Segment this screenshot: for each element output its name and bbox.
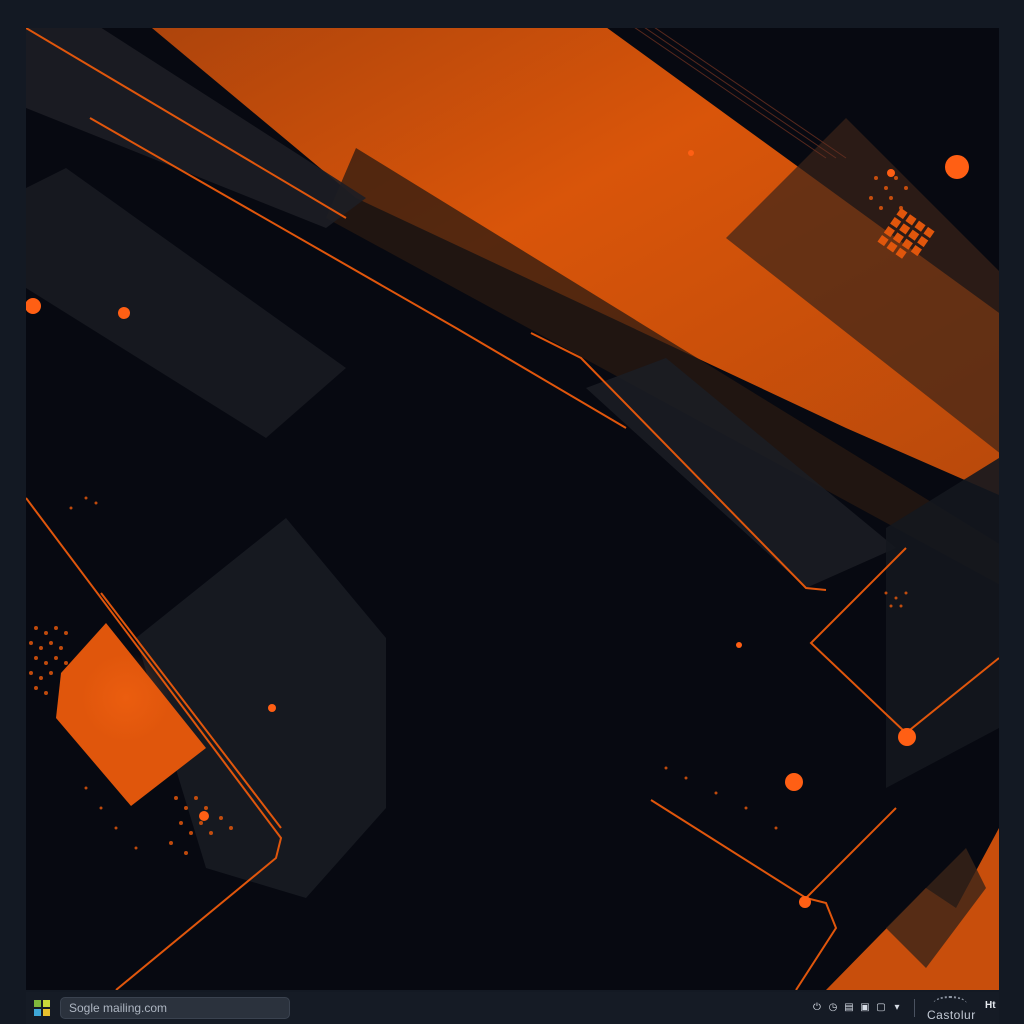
clock-icon[interactable]: ◷ <box>828 1003 838 1013</box>
tray-divider <box>914 999 915 1017</box>
window-icon[interactable]: ▢ <box>876 1003 886 1013</box>
chevron-down-icon[interactable]: ▾ <box>892 1003 902 1013</box>
power-icon[interactable]: ⏻ <box>812 1003 822 1013</box>
desktop-wallpaper <box>26 28 999 990</box>
document-icon[interactable]: ▤ <box>844 1003 854 1013</box>
brand-text: Castolur <box>927 1008 976 1022</box>
windows-logo-icon[interactable] <box>34 1000 50 1016</box>
wallpaper-art <box>26 28 999 990</box>
desktop-screen: Sogle mailing.com ⏻ ◷ ▤ ▣ ▢ ▾ Castolur H… <box>0 0 1024 1024</box>
search-input-text: Sogle mailing.com <box>69 1001 168 1015</box>
tray-brand[interactable]: Castolur Ht <box>927 994 996 1022</box>
window-icon[interactable]: ▣ <box>860 1003 870 1013</box>
system-tray: ⏻ ◷ ▤ ▣ ▢ ▾ Castolur Ht <box>812 992 999 1024</box>
search-input[interactable]: Sogle mailing.com <box>60 997 290 1019</box>
tray-label: Ht <box>985 1000 996 1011</box>
taskbar: Sogle mailing.com ⏻ ◷ ▤ ▣ ▢ ▾ Castolur H… <box>26 992 999 1024</box>
